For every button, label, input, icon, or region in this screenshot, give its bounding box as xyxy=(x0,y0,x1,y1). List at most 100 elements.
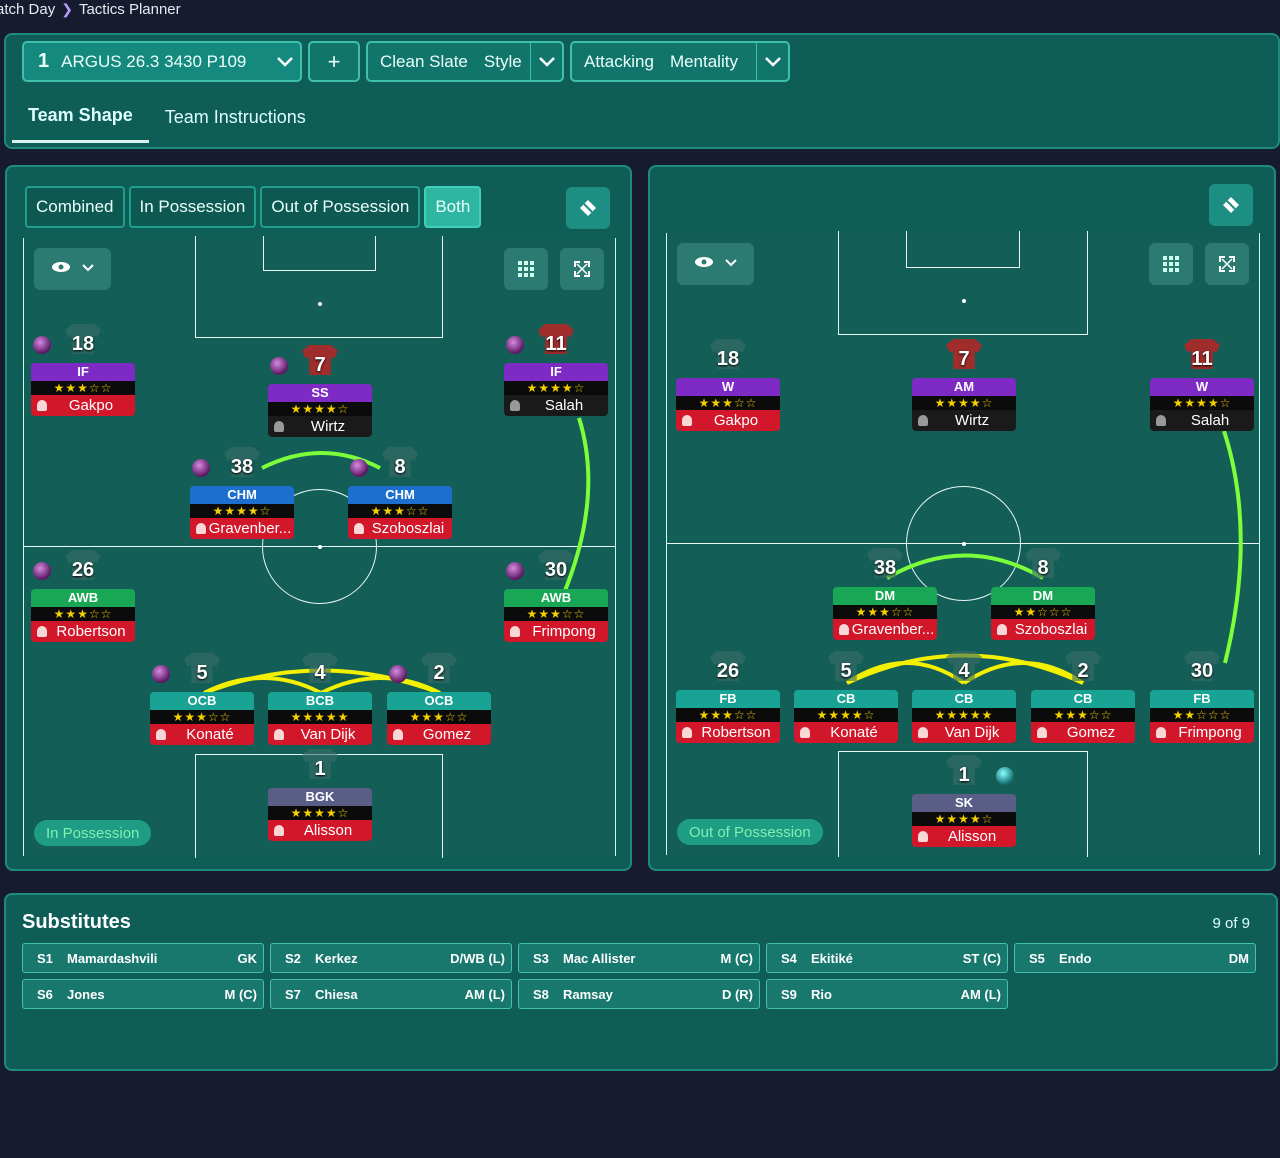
player-name: Salah xyxy=(504,395,608,416)
player-card[interactable]: 2 OCB ★★★☆☆ Gomez xyxy=(387,653,491,745)
player-role: AM xyxy=(912,378,1016,396)
player-name: Alisson xyxy=(912,826,1016,847)
player-card[interactable]: 18 IF ★★★☆☆ Gakpo xyxy=(31,324,135,416)
visibility-toggle[interactable] xyxy=(34,248,111,290)
player-card[interactable]: 8 CHM ★★★☆☆ Szoboszlai xyxy=(348,447,452,539)
eye-icon xyxy=(51,260,71,278)
phase-in-possession[interactable]: In Possession xyxy=(128,186,257,228)
player-card[interactable]: 1 BGK ★★★★☆ Alisson xyxy=(268,749,372,841)
player-name: Salah xyxy=(1150,410,1254,431)
tactic-number: 1 xyxy=(38,50,50,72)
player-card[interactable]: 8 DM ★★☆☆☆ Szoboszlai xyxy=(991,548,1095,640)
out-of-possession-panel: Out of Possession 18 W ★★★☆☆ Gakpo 7 AM … xyxy=(648,165,1276,871)
in-possession-panel: Combined In Possession Out of Possession… xyxy=(5,165,632,871)
sub-slot: S2 xyxy=(285,950,301,966)
player-card[interactable]: 18 W ★★★☆☆ Gakpo xyxy=(676,339,780,431)
player-role: AWB xyxy=(504,589,608,607)
substitute-item[interactable]: S6 Jones M (C) xyxy=(22,979,264,1009)
substitute-item[interactable]: S2 Kerkez D/WB (L) xyxy=(270,943,512,973)
sub-name: Rio xyxy=(811,986,832,1002)
player-role: DM xyxy=(991,587,1095,605)
player-name: Gravenber... xyxy=(833,619,937,640)
player-rating: ★★☆☆☆ xyxy=(991,605,1095,619)
player-rating: ★★★★☆ xyxy=(912,396,1016,410)
chevron-down-icon xyxy=(81,260,95,278)
breadcrumb-parent[interactable]: atch Day xyxy=(0,1,55,18)
player-rating: ★★★★☆ xyxy=(504,381,608,395)
player-card[interactable]: 30 FB ★★☆☆☆ Frimpong xyxy=(1150,651,1254,743)
style-value: Clean Slate xyxy=(380,51,468,71)
player-rating: ★★★★☆ xyxy=(268,806,372,820)
eraser-icon[interactable] xyxy=(566,187,610,229)
six-yard-box-top xyxy=(263,236,376,271)
player-card[interactable]: 26 AWB ★★★☆☆ Robertson xyxy=(31,550,135,642)
visibility-toggle[interactable] xyxy=(677,243,754,285)
eye-icon xyxy=(694,255,714,273)
player-card[interactable]: 5 OCB ★★★☆☆ Konaté xyxy=(150,653,254,745)
phase-combined[interactable]: Combined xyxy=(25,186,125,228)
player-number: 4 xyxy=(958,660,970,682)
sub-name: Chiesa xyxy=(315,986,358,1002)
player-role: SS xyxy=(268,384,372,402)
substitute-item[interactable]: S5 Endo DM xyxy=(1014,943,1256,973)
player-card[interactable]: 4 BCB ★★★★★ Van Dijk xyxy=(268,653,372,745)
tactic-selector[interactable]: 1 ARGUS 26.3 3430 P109 xyxy=(22,41,302,82)
player-card[interactable]: 26 FB ★★★☆☆ Robertson xyxy=(676,651,780,743)
tab-team-shape[interactable]: Team Shape xyxy=(12,91,149,143)
sub-position: DM xyxy=(1228,950,1249,966)
phase-out-of-possession[interactable]: Out of Possession xyxy=(260,186,421,228)
player-rating: ★★★☆☆ xyxy=(676,396,780,410)
substitute-item[interactable]: S9 Rio AM (L) xyxy=(766,979,1008,1009)
sub-slot: S6 xyxy=(37,986,53,1002)
sub-slot: S1 xyxy=(37,950,53,966)
player-name: Frimpong xyxy=(504,621,608,642)
phase-both[interactable]: Both xyxy=(424,186,482,228)
player-card[interactable]: 1 SK ★★★★☆ Alisson xyxy=(912,755,1016,847)
grid-icon[interactable] xyxy=(504,248,548,290)
mentality-selector[interactable]: Attacking Mentality xyxy=(570,41,790,82)
player-name: Robertson xyxy=(31,621,135,642)
eraser-icon[interactable] xyxy=(1209,184,1253,226)
expand-icon[interactable] xyxy=(1205,243,1249,285)
player-card[interactable]: 30 AWB ★★★☆☆ Frimpong xyxy=(504,550,608,642)
substitute-item[interactable]: S4 Ekitiké ST (C) xyxy=(766,943,1008,973)
player-card[interactable]: 7 AM ★★★★☆ Wirtz xyxy=(912,339,1016,431)
substitute-item[interactable]: S7 Chiesa AM (L) xyxy=(270,979,512,1009)
player-rating: ★★★★☆ xyxy=(190,504,294,518)
expand-icon[interactable] xyxy=(560,248,604,290)
substitute-item[interactable]: S1 Mamardashvili GK xyxy=(22,943,264,973)
player-card[interactable]: 38 DM ★★★☆☆ Gravenber... xyxy=(833,548,937,640)
sub-slot: S4 xyxy=(781,950,797,966)
sub-position: AM (L) xyxy=(464,986,505,1002)
player-number: 5 xyxy=(196,662,208,684)
tab-team-instructions[interactable]: Team Instructions xyxy=(149,91,322,143)
player-card[interactable]: 38 CHM ★★★★☆ Gravenber... xyxy=(190,447,294,539)
player-card[interactable]: 7 SS ★★★★☆ Wirtz xyxy=(268,345,372,437)
style-selector[interactable]: Clean Slate Style xyxy=(366,41,564,82)
player-name: Wirtz xyxy=(912,410,1016,431)
player-card[interactable]: 5 CB ★★★★☆ Konaté xyxy=(794,651,898,743)
player-card[interactable]: 2 CB ★★★☆☆ Gomez xyxy=(1031,651,1135,743)
player-number: 11 xyxy=(1191,348,1213,370)
player-card[interactable]: 11 IF ★★★★☆ Salah xyxy=(504,324,608,416)
player-number: 30 xyxy=(1190,660,1214,682)
player-rating: ★★★☆☆ xyxy=(31,381,135,395)
sub-name: Mac Allister xyxy=(563,950,636,966)
add-tactic-button[interactable]: + xyxy=(308,41,360,82)
player-number: 38 xyxy=(873,557,897,579)
player-card[interactable]: 4 CB ★★★★★ Van Dijk xyxy=(912,651,1016,743)
sub-slot: S7 xyxy=(285,986,301,1002)
player-number: 8 xyxy=(394,456,406,478)
grid-icon[interactable] xyxy=(1149,243,1193,285)
substitute-item[interactable]: S8 Ramsay D (R) xyxy=(518,979,760,1009)
player-card[interactable]: 11 W ★★★★☆ Salah xyxy=(1150,339,1254,431)
player-name: Robertson xyxy=(676,722,780,743)
player-role: FB xyxy=(676,690,780,708)
substitute-item[interactable]: S3 Mac Allister M (C) xyxy=(518,943,760,973)
phase-badge: Out of Possession xyxy=(677,819,823,845)
player-role: DM xyxy=(833,587,937,605)
player-number: 1 xyxy=(314,758,326,780)
player-role: OCB xyxy=(150,692,254,710)
player-rating: ★★☆☆☆ xyxy=(1150,708,1254,722)
tactic-header: 1 ARGUS 26.3 3430 P109 + Clean Slate Sty… xyxy=(4,33,1280,149)
